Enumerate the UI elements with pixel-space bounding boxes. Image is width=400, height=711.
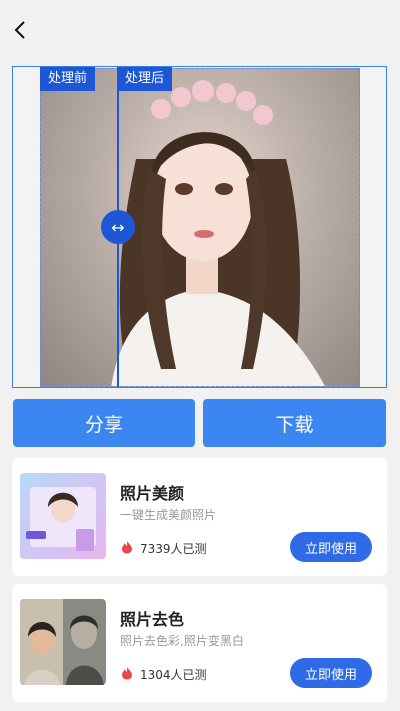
use-now-button[interactable]: 立即使用: [290, 532, 372, 562]
use-now-button[interactable]: 立即使用: [290, 658, 372, 688]
before-after-compare[interactable]: 处理前 处理后 ↔: [12, 66, 387, 388]
feature-title: 照片美颜: [120, 484, 185, 503]
beauty-thumbnail: [20, 473, 106, 559]
left-right-arrows-icon: ↔: [111, 217, 125, 237]
after-label: 处理后: [117, 67, 173, 91]
fire-icon: [122, 541, 132, 554]
feature-description: 照片去色彩,照片变黑白: [120, 634, 244, 648]
fire-icon: [122, 667, 132, 680]
compare-slider-handle[interactable]: ↔: [101, 210, 135, 244]
share-button[interactable]: 分享: [13, 399, 195, 447]
before-label: 处理前: [40, 67, 96, 91]
usage-count: 7339人已测: [140, 542, 207, 556]
usage-count: 1304人已测: [140, 668, 207, 682]
feature-description: 一键生成美颜照片: [120, 508, 217, 522]
feature-card-beauty[interactable]: 照片美颜 一键生成美颜照片 7339人已测 立即使用: [12, 458, 387, 576]
back-button[interactable]: [10, 16, 32, 44]
decolor-thumbnail: [20, 599, 106, 685]
portrait-image: [40, 68, 360, 387]
download-button[interactable]: 下载: [203, 399, 386, 447]
feature-title: 照片去色: [120, 610, 185, 629]
feature-card-decolor[interactable]: 照片去色 照片去色彩,照片变黑白 1304人已测 立即使用: [12, 584, 387, 702]
top-bar: [0, 0, 400, 58]
chevron-left-icon: [14, 21, 25, 39]
